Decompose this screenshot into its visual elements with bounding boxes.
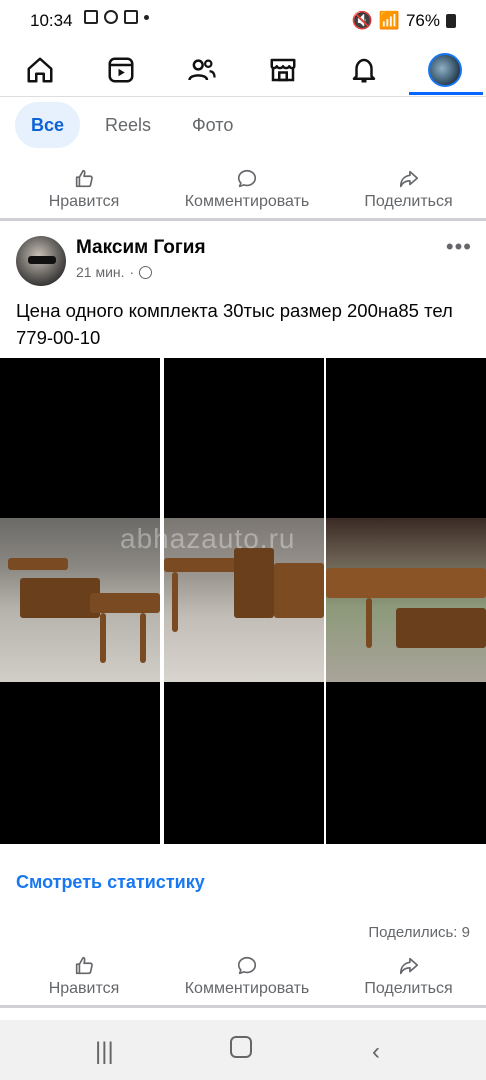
more-dot-icon xyxy=(144,15,149,20)
table-leg xyxy=(140,613,146,663)
post-header: Максим Гогия 21 мин. · ••• xyxy=(0,234,486,294)
table-top xyxy=(8,558,68,570)
like-label: Нравится xyxy=(48,980,120,997)
comment-label: Комментировать xyxy=(184,980,310,997)
recent-apps-icon[interactable]: ||| xyxy=(95,1038,114,1066)
thumbs-up-icon xyxy=(75,956,93,975)
status-time: 10:34 xyxy=(30,11,73,30)
check-icon xyxy=(124,10,138,24)
nav-notifications[interactable] xyxy=(344,50,384,90)
battery-level: 76% xyxy=(405,11,440,30)
share-icon xyxy=(399,170,418,188)
nav-reels[interactable] xyxy=(101,50,141,90)
chip-reels[interactable]: Reels xyxy=(89,102,167,148)
gallery-icon xyxy=(84,10,98,24)
post-time[interactable]: 21 мин. xyxy=(76,264,125,280)
like-button[interactable]: Нравится xyxy=(48,168,120,211)
photo-1[interactable] xyxy=(0,358,160,844)
nav-friends[interactable] xyxy=(182,50,222,90)
table-top xyxy=(326,568,486,598)
share-label: Поделиться xyxy=(364,980,453,997)
home-button-icon[interactable] xyxy=(230,1036,252,1058)
system-navigation-bar: ||| ‹ xyxy=(0,1020,486,1080)
comment-icon xyxy=(237,956,257,975)
status-bar: 10:34 🔇 📶 76% xyxy=(0,0,486,42)
like-button[interactable]: Нравится xyxy=(48,955,120,998)
watermark: abhazauto.ru xyxy=(120,523,296,554)
filter-chips: Все Reels Фото xyxy=(0,102,486,150)
bench xyxy=(396,608,486,648)
nav-marketplace[interactable] xyxy=(263,50,303,90)
table-leg xyxy=(172,572,178,632)
bell-icon xyxy=(352,58,376,83)
wifi-icon: 📶 xyxy=(378,11,400,30)
post-meta: 21 мин. · xyxy=(76,264,153,280)
share-label: Поделиться xyxy=(364,193,453,210)
post-actions: Нравится Комментировать Поделиться xyxy=(0,947,486,1008)
nav-home[interactable] xyxy=(20,50,60,90)
previous-post-actions: Нравится Комментировать Поделиться xyxy=(0,160,486,221)
chip-photo[interactable]: Фото xyxy=(176,102,249,148)
author-avatar[interactable] xyxy=(16,236,66,286)
comment-label: Комментировать xyxy=(184,193,310,210)
like-label: Нравится xyxy=(48,193,120,210)
battery-icon xyxy=(446,14,456,28)
photo-3-image xyxy=(326,518,486,682)
table-top xyxy=(164,558,239,572)
post-text: Цена одного комплекта 30тыс размер 200на… xyxy=(16,300,453,348)
system-status: 🔇 📶 76% xyxy=(352,11,456,31)
profile-avatar xyxy=(428,53,462,87)
chip-all[interactable]: Все xyxy=(15,102,81,148)
comment-button[interactable]: Комментировать xyxy=(180,955,314,998)
more-options-icon[interactable]: ••• xyxy=(446,234,472,260)
bench xyxy=(20,578,100,618)
bench xyxy=(234,548,274,618)
photo-3[interactable] xyxy=(326,358,486,844)
friends-icon xyxy=(188,59,216,81)
photo-gallery: abhazauto.ru xyxy=(0,358,486,844)
share-button[interactable]: Поделиться xyxy=(361,955,456,998)
meta-separator: · xyxy=(129,264,135,280)
table-leg xyxy=(366,598,372,648)
back-icon[interactable]: ‹ xyxy=(372,1038,380,1066)
active-tab-indicator xyxy=(409,92,483,95)
thumbs-up-icon xyxy=(75,169,93,188)
author-name[interactable]: Максим Гогия xyxy=(76,237,206,259)
notification-icons xyxy=(84,10,149,24)
comment-button[interactable]: Комментировать xyxy=(180,168,314,211)
share-count[interactable]: Поделились: 9 xyxy=(368,924,470,941)
table-leg xyxy=(100,613,106,663)
comment-icon xyxy=(237,169,257,188)
nav-profile[interactable] xyxy=(425,50,465,90)
photo-2[interactable] xyxy=(164,358,324,844)
share-icon xyxy=(399,957,418,975)
view-insights-link[interactable]: Смотреть статистику xyxy=(16,872,205,893)
reels-icon xyxy=(108,57,134,83)
home-icon xyxy=(27,57,53,83)
mute-icon: 🔇 xyxy=(351,11,373,30)
globe-icon xyxy=(139,265,153,279)
search-status-icon xyxy=(104,10,118,24)
share-button[interactable]: Поделиться xyxy=(361,168,456,211)
marketplace-icon xyxy=(270,58,296,82)
top-navigation xyxy=(0,42,486,97)
table-top xyxy=(90,593,160,613)
bench xyxy=(274,563,324,618)
